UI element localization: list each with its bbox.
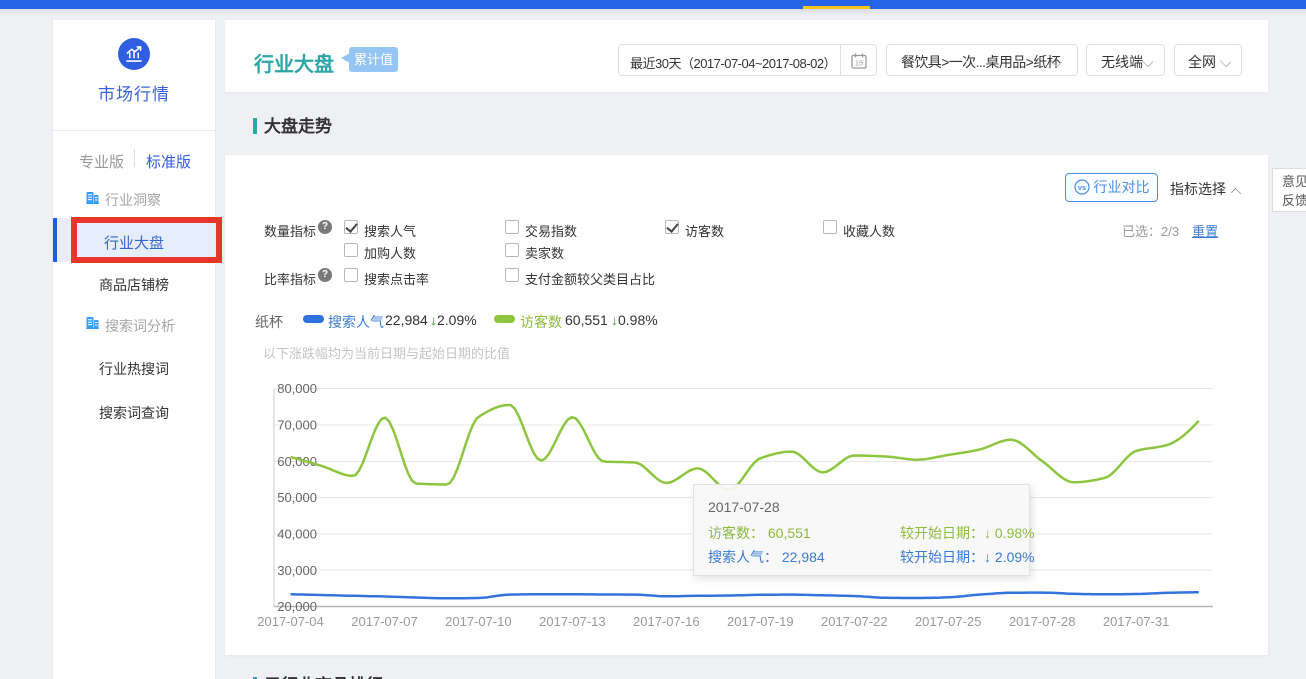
svg-text:2017-07-25: 2017-07-25 <box>915 614 982 629</box>
svg-text:40,000: 40,000 <box>277 527 317 542</box>
svg-text:2017-07-13: 2017-07-13 <box>539 614 606 629</box>
svg-text:2017-07-22: 2017-07-22 <box>821 614 888 629</box>
svg-text:2017-07-04: 2017-07-04 <box>257 614 324 629</box>
svg-text:2017-07-28: 2017-07-28 <box>1009 614 1075 629</box>
svg-text:30,000: 30,000 <box>277 563 317 578</box>
svg-text:2017-07-31: 2017-07-31 <box>1103 614 1170 629</box>
svg-text:20,000: 20,000 <box>277 599 317 614</box>
svg-text:15: 15 <box>855 59 863 68</box>
svg-text:50,000: 50,000 <box>277 490 317 505</box>
svg-text:2017-07-07: 2017-07-07 <box>351 614 418 629</box>
svg-text:2017-07-16: 2017-07-16 <box>633 614 700 629</box>
svg-text:70,000: 70,000 <box>277 418 317 433</box>
svg-text:2017-07-10: 2017-07-10 <box>445 614 512 629</box>
svg-text:80,000: 80,000 <box>277 381 317 396</box>
svg-text:2017-07-19: 2017-07-19 <box>727 614 794 629</box>
